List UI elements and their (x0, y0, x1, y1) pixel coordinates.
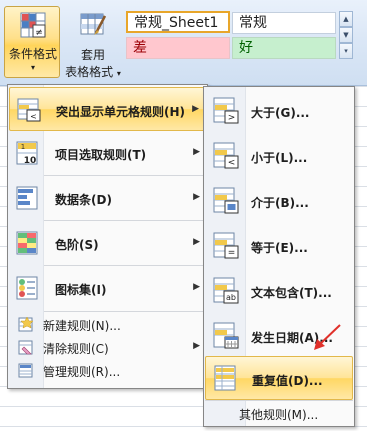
menu-item-label: 突出显示单元格规则(H) (56, 105, 186, 119)
submenu-item-text-contains[interactable]: ab 文本包含(T)... (205, 269, 353, 313)
menu-item-label: 管理规则(R)... (43, 365, 121, 379)
menu-separator (44, 311, 206, 312)
gallery-scroll-up-button[interactable]: ▲ (339, 11, 353, 27)
duplicate-values-icon (214, 365, 236, 391)
equal-to-icon: = (213, 232, 239, 259)
menu-item-highlight-cells-rules[interactable]: < 突出显示单元格规则(H) ▶ (9, 87, 206, 131)
chevron-down-icon: ▾ (30, 63, 35, 72)
submenu-item-label: 重复值(D)... (252, 374, 323, 388)
highlight-cells-submenu: > 大于(G)... < 小于(L)... 介于(B)... = 等于(E)..… (203, 86, 355, 427)
submenu-item-label: 其他规则(M)... (239, 408, 319, 422)
annotation-arrow-icon (314, 324, 341, 350)
submenu-item-less-than[interactable]: < 小于(L)... (205, 134, 353, 178)
submenu-item-label: 介于(B)... (251, 196, 309, 210)
gallery-more-button[interactable]: ▾ (339, 43, 353, 59)
submenu-arrow-icon: ▶ (193, 192, 200, 202)
manage-rules-icon (18, 363, 33, 378)
style-gallery-scroll: ▲ ▼ ▾ (339, 11, 353, 59)
ribbon: ≠ 条件格式 ▾ 套用 表格格式 ▾ 常规_Sheet1 常规 差 好 ▲ ▼ … (0, 0, 367, 86)
top-bottom-rules-icon: 1 10 (16, 141, 38, 165)
new-rule-icon (18, 316, 34, 332)
menu-item-label: 图标集(I) (55, 283, 107, 297)
format-as-table-button[interactable]: 套用 表格格式 ▾ (62, 6, 124, 80)
menu-item-color-scales[interactable]: 色阶(S) ▶ (9, 221, 206, 265)
submenu-arrow-icon: ▶ (193, 147, 200, 157)
submenu-item-label: 小于(L)... (251, 151, 308, 165)
submenu-arrow-icon: ▶ (192, 104, 199, 114)
submenu-item-label: 等于(E)... (251, 241, 308, 255)
svg-text:=: = (228, 248, 236, 258)
menu-item-label: 数据条(D) (55, 193, 112, 207)
highlight-cells-rules-icon: < (17, 98, 41, 122)
conditional-format-label: 条件格式 (8, 47, 57, 61)
conditional-format-menu: < 突出显示单元格规则(H) ▶ 1 10 项目选取规则(T) ▶ 数据条(D)… (7, 84, 208, 389)
menu-item-data-bars[interactable]: 数据条(D) ▶ (9, 176, 206, 220)
format-as-table-label-text: 表格格式 (65, 65, 114, 79)
menu-item-new-rule[interactable]: 新建规则(N)... (9, 313, 206, 335)
submenu-arrow-icon: ▶ (193, 341, 200, 351)
chevron-down-icon: ▾ (116, 69, 121, 78)
format-as-table-icon (80, 13, 106, 35)
submenu-item-equal-to[interactable]: = 等于(E)... (205, 224, 353, 268)
menu-item-manage-rules[interactable]: 管理规则(R)... (9, 359, 206, 381)
greater-than-icon: > (213, 97, 239, 124)
cell-style-normal-sheet1[interactable]: 常规_Sheet1 (126, 11, 230, 33)
menu-item-label: 清除规则(C) (43, 342, 109, 356)
svg-text:1: 1 (21, 143, 25, 151)
svg-text:>: > (228, 113, 236, 123)
svg-text:≠: ≠ (35, 28, 43, 38)
conditional-format-icon: ≠ (20, 12, 46, 38)
submenu-item-more-rules[interactable]: 其他规则(M)... (205, 402, 353, 424)
submenu-arrow-icon: ▶ (193, 237, 200, 247)
submenu-item-label: 大于(G)... (251, 106, 310, 120)
submenu-item-greater-than[interactable]: > 大于(G)... (205, 89, 353, 133)
svg-text:<: < (228, 158, 236, 168)
icon-sets-icon (16, 276, 38, 300)
format-as-table-label-line1: 套用 (80, 48, 105, 62)
between-icon (213, 187, 239, 214)
menu-item-label: 新建规则(N)... (43, 319, 121, 333)
svg-text:10: 10 (24, 156, 37, 165)
menu-item-label: 色阶(S) (55, 238, 99, 252)
menu-item-clear-rules[interactable]: 清除规则(C) ▶ (9, 336, 206, 358)
svg-text:<: < (30, 112, 37, 121)
less-than-icon: < (213, 142, 239, 169)
format-as-table-label-line2: 表格格式 ▾ (62, 63, 124, 80)
menu-item-top-bottom-rules[interactable]: 1 10 项目选取规则(T) ▶ (9, 131, 206, 175)
data-bars-icon (16, 186, 38, 210)
cell-style-good[interactable]: 好 (232, 37, 336, 59)
submenu-item-duplicate-values[interactable]: 重复值(D)... (205, 356, 353, 400)
gallery-scroll-down-button[interactable]: ▼ (339, 27, 353, 43)
cell-style-bad[interactable]: 差 (126, 37, 230, 59)
svg-text:ab: ab (226, 293, 236, 302)
submenu-arrow-icon: ▶ (193, 282, 200, 292)
submenu-item-label: 文本包含(T)... (251, 286, 332, 300)
conditional-format-button[interactable]: ≠ 条件格式 ▾ (4, 6, 60, 78)
submenu-separator (205, 400, 353, 401)
color-scales-icon (16, 231, 38, 255)
text-contains-icon: ab (213, 277, 239, 304)
submenu-item-between[interactable]: 介于(B)... (205, 179, 353, 223)
date-occurring-icon (213, 322, 239, 349)
menu-item-label: 项目选取规则(T) (55, 148, 147, 162)
cell-style-normal[interactable]: 常规 (232, 12, 336, 34)
clear-rules-icon (18, 340, 33, 355)
menu-item-icon-sets[interactable]: 图标集(I) ▶ (9, 266, 206, 310)
